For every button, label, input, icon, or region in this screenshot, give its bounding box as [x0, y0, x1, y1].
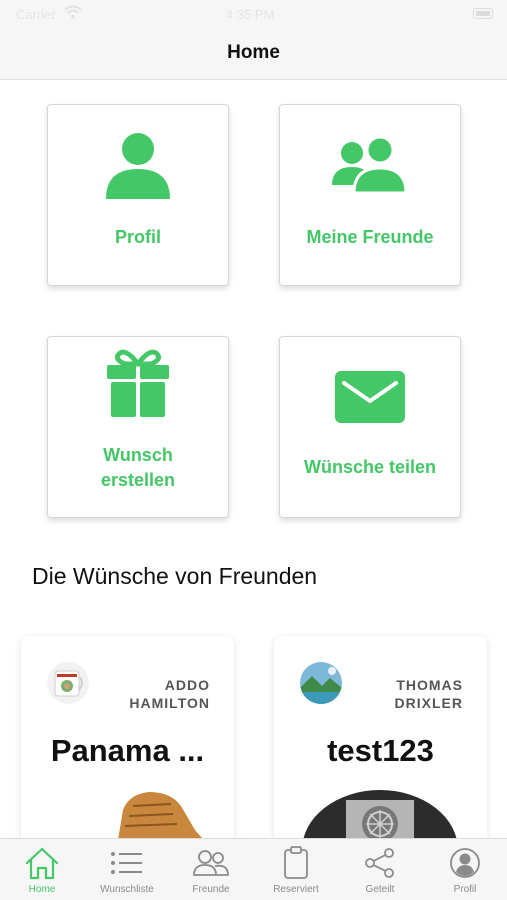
tab-wishlist[interactable]: Wunschliste	[85, 839, 169, 900]
envelope-icon	[280, 361, 460, 433]
person-icon	[48, 129, 228, 201]
wish-owner-name: ADDO HAMILTON	[90, 676, 210, 712]
fan-image-icon	[274, 786, 487, 846]
tab-bar: Home Wunschliste Freunde Reserviert Gete…	[0, 838, 507, 900]
wish-card[interactable]: THOMAS DRIXLER test123	[274, 636, 487, 846]
share-wishes-tile[interactable]: Wünsche teilen	[279, 336, 461, 518]
owner-last-name: DRIXLER	[394, 695, 463, 711]
friends-icon	[169, 845, 253, 881]
create-wish-tile-label: Wunsch erstellen	[48, 443, 228, 493]
tab-reserved-label: Reserviert	[273, 884, 319, 895]
create-wish-label-line1: Wunsch	[103, 445, 173, 465]
share-icon	[338, 845, 422, 881]
tab-friends[interactable]: Freunde	[169, 839, 253, 900]
list-icon	[85, 845, 169, 881]
profile-tile[interactable]: Profil	[47, 104, 229, 286]
create-wish-tile[interactable]: Wunsch erstellen	[47, 336, 229, 518]
status-bar: Carrier 4:35 PM	[0, 0, 507, 30]
mug-avatar-icon	[47, 662, 89, 704]
friends-icon	[280, 129, 460, 201]
tab-home[interactable]: Home	[0, 839, 84, 900]
wish-title: test123	[327, 733, 434, 768]
wish-owner-name: THOMAS DRIXLER	[343, 676, 463, 712]
owner-first-name: ADDO	[164, 677, 210, 693]
owner-last-name: HAMILTON	[129, 695, 210, 711]
tab-shared[interactable]: Geteilt	[338, 839, 422, 900]
friends-tile-label: Meine Freunde	[306, 227, 434, 247]
clipboard-icon	[254, 845, 338, 881]
owner-first-name: THOMAS	[396, 677, 463, 693]
tab-home-label: Home	[28, 884, 56, 895]
tab-profile[interactable]: Profil	[423, 839, 507, 900]
tab-shared-label: Geteilt	[365, 884, 395, 895]
wifi-icon	[64, 5, 82, 22]
tab-wishlist-label: Wunschliste	[100, 884, 154, 895]
gift-icon	[48, 347, 228, 419]
shoe-image-icon	[21, 786, 234, 846]
tab-friends-label: Freunde	[192, 884, 230, 895]
profile-tile-label: Profil	[114, 227, 161, 247]
friends-tile[interactable]: Meine Freunde	[279, 104, 461, 286]
tab-profile-label: Profil	[453, 884, 477, 895]
share-wishes-tile-label: Wünsche teilen	[303, 457, 437, 477]
wish-title: Panama ...	[50, 733, 205, 768]
carrier-label: Carrier	[16, 7, 56, 22]
battery-icon	[473, 8, 493, 19]
navigation-bar: Home	[0, 30, 507, 80]
section-title: Die Wünsche von Freunden	[32, 563, 318, 589]
tab-reserved[interactable]: Reserviert	[254, 839, 338, 900]
home-icon	[0, 845, 84, 881]
create-wish-label-line2: erstellen	[100, 470, 176, 490]
landscape-avatar-icon	[300, 662, 342, 704]
wish-card[interactable]: ADDO HAMILTON Panama ...	[21, 636, 234, 846]
status-time: 4:35 PM	[226, 7, 275, 22]
page-title: Home	[227, 42, 280, 63]
profile-icon	[423, 845, 507, 881]
